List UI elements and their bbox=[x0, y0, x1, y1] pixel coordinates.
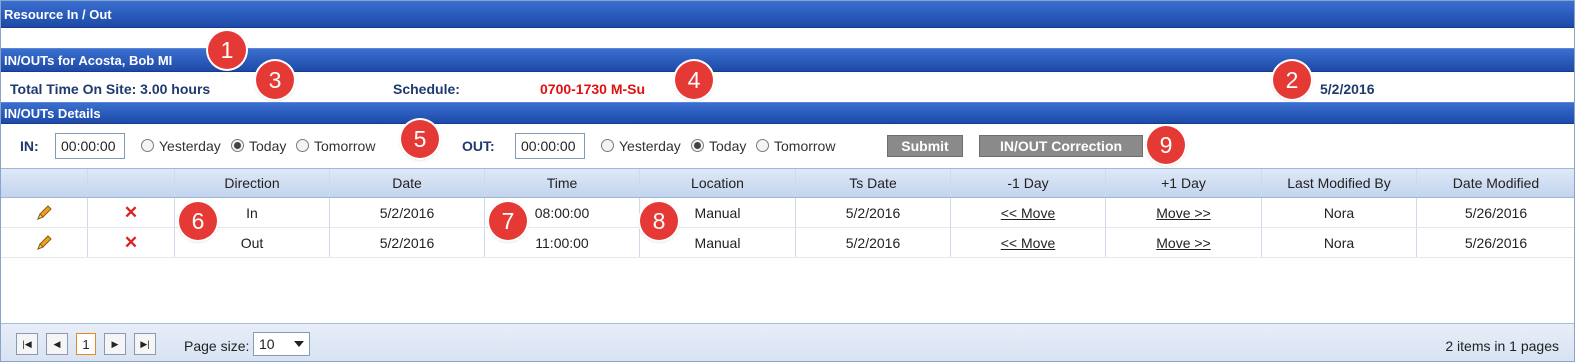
col-direction-header[interactable]: Direction bbox=[175, 169, 330, 197]
in-radio-tomorrow-label[interactable]: Tomorrow bbox=[314, 138, 375, 154]
page-title: Resource In / Out bbox=[4, 6, 112, 22]
in-time-input[interactable] bbox=[55, 133, 125, 159]
in-radio-yesterday-label[interactable]: Yesterday bbox=[159, 138, 221, 154]
edit-pencil-icon[interactable] bbox=[0, 228, 88, 257]
out-radio-yesterday[interactable] bbox=[601, 139, 614, 152]
move-back-link[interactable]: << Move bbox=[1001, 205, 1055, 221]
next-page-icon[interactable]: ▶ bbox=[104, 333, 126, 355]
cell-date: 5/2/2016 bbox=[330, 228, 485, 257]
cell-ts-date: 5/2/2016 bbox=[796, 228, 951, 257]
cell-plus-day: Move >> bbox=[1106, 198, 1262, 227]
table-row: ✕ In 5/2/2016 08:00:00 Manual 5/2/2016 <… bbox=[0, 198, 1575, 228]
edit-pencil-icon[interactable] bbox=[0, 198, 88, 227]
callout-badge: 8 bbox=[640, 202, 678, 240]
prev-page-icon[interactable]: ◀ bbox=[46, 333, 68, 355]
in-radio-tomorrow[interactable] bbox=[296, 139, 309, 152]
callout-badge: 3 bbox=[256, 61, 294, 99]
page-header: Resource In / Out bbox=[0, 0, 1575, 28]
col-modified-by-header[interactable]: Last Modified By bbox=[1262, 169, 1417, 197]
col-plus-day-header[interactable]: +1 Day bbox=[1106, 169, 1262, 197]
delete-x-icon[interactable]: ✕ bbox=[88, 228, 175, 257]
submit-button[interactable]: Submit bbox=[887, 135, 963, 157]
current-page[interactable]: 1 bbox=[76, 333, 96, 355]
cell-plus-day: Move >> bbox=[1106, 228, 1262, 257]
inout-title: IN/OUTs for Acosta, Bob MI bbox=[4, 52, 173, 68]
out-radio-today-label[interactable]: Today bbox=[709, 138, 746, 154]
move-back-link[interactable]: << Move bbox=[1001, 235, 1055, 251]
details-title: IN/OUTs Details bbox=[4, 105, 101, 121]
schedule-label: Schedule: bbox=[393, 81, 460, 97]
schedule-value: 0700-1730 M-Su bbox=[540, 81, 646, 97]
page-size-value: 10 bbox=[259, 336, 275, 352]
pager-info: 2 items in 1 pages bbox=[1445, 338, 1559, 354]
callout-badge: 4 bbox=[675, 61, 713, 99]
cell-modified-by: Nora bbox=[1262, 228, 1417, 257]
col-edit-header bbox=[0, 169, 88, 197]
inout-grid: Direction Date Time Location Ts Date -1 … bbox=[0, 168, 1575, 258]
move-forward-link[interactable]: Move >> bbox=[1156, 205, 1210, 221]
inout-controls: IN: Yesterday Today Tomorrow OUT: Yester… bbox=[0, 132, 1575, 162]
col-date-modified-header[interactable]: Date Modified bbox=[1417, 169, 1575, 197]
out-radio-tomorrow[interactable] bbox=[756, 139, 769, 152]
in-label: IN: bbox=[20, 138, 39, 154]
first-page-icon[interactable]: |◀ bbox=[16, 333, 38, 355]
page-size-select[interactable]: 10 bbox=[253, 332, 310, 356]
out-radio-tomorrow-label[interactable]: Tomorrow bbox=[774, 138, 835, 154]
details-header: IN/OUTs Details bbox=[0, 102, 1575, 124]
in-radio-today[interactable] bbox=[231, 139, 244, 152]
cell-date: 5/2/2016 bbox=[330, 198, 485, 227]
cell-date-modified: 5/26/2016 bbox=[1464, 234, 1528, 251]
total-time-text: Total Time On Site: 3.00 hours bbox=[10, 81, 211, 97]
col-delete-header bbox=[88, 169, 175, 197]
callout-badge: 1 bbox=[208, 31, 246, 69]
chevron-down-icon bbox=[294, 341, 304, 347]
cell-modified-by: Nora bbox=[1262, 198, 1417, 227]
pager: |◀ ◀ 1 ▶ ▶| Page size: 10 2 items in 1 p… bbox=[0, 323, 1575, 362]
cell-ts-date: 5/2/2016 bbox=[796, 198, 951, 227]
move-forward-link[interactable]: Move >> bbox=[1156, 235, 1210, 251]
summary-row: Total Time On Site: 3.00 hours Schedule:… bbox=[0, 78, 1575, 100]
col-tsdate-header[interactable]: Ts Date bbox=[796, 169, 951, 197]
cell-minus-day: << Move bbox=[951, 198, 1106, 227]
inout-correction-button[interactable]: IN/OUT Correction bbox=[979, 135, 1143, 157]
col-minus-day-header[interactable]: -1 Day bbox=[951, 169, 1106, 197]
col-date-header[interactable]: Date bbox=[330, 169, 485, 197]
in-radio-today-label[interactable]: Today bbox=[249, 138, 286, 154]
callout-badge: 2 bbox=[1273, 61, 1311, 99]
cell-minus-day: << Move bbox=[951, 228, 1106, 257]
last-page-icon[interactable]: ▶| bbox=[134, 333, 156, 355]
page-size-label: Page size: bbox=[184, 338, 250, 354]
callout-badge: 6 bbox=[179, 202, 217, 240]
callout-badge: 5 bbox=[401, 120, 439, 158]
out-label: OUT: bbox=[462, 138, 495, 154]
in-radio-yesterday[interactable] bbox=[141, 139, 154, 152]
col-location-header[interactable]: Location bbox=[640, 169, 796, 197]
summary-date: 5/2/2016 bbox=[1320, 81, 1375, 97]
grid-header-row: Direction Date Time Location Ts Date -1 … bbox=[0, 168, 1575, 198]
out-radio-today[interactable] bbox=[691, 139, 704, 152]
delete-x-icon[interactable]: ✕ bbox=[88, 198, 175, 227]
table-row: ✕ Out 5/2/2016 11:00:00 Manual 5/2/2016 … bbox=[0, 228, 1575, 258]
cell-date-modified: 5/26/2016 bbox=[1464, 204, 1528, 221]
col-time-header[interactable]: Time bbox=[485, 169, 640, 197]
callout-badge: 7 bbox=[489, 202, 527, 240]
out-radio-yesterday-label[interactable]: Yesterday bbox=[619, 138, 681, 154]
out-time-input[interactable] bbox=[515, 133, 585, 159]
callout-badge: 9 bbox=[1147, 126, 1185, 164]
